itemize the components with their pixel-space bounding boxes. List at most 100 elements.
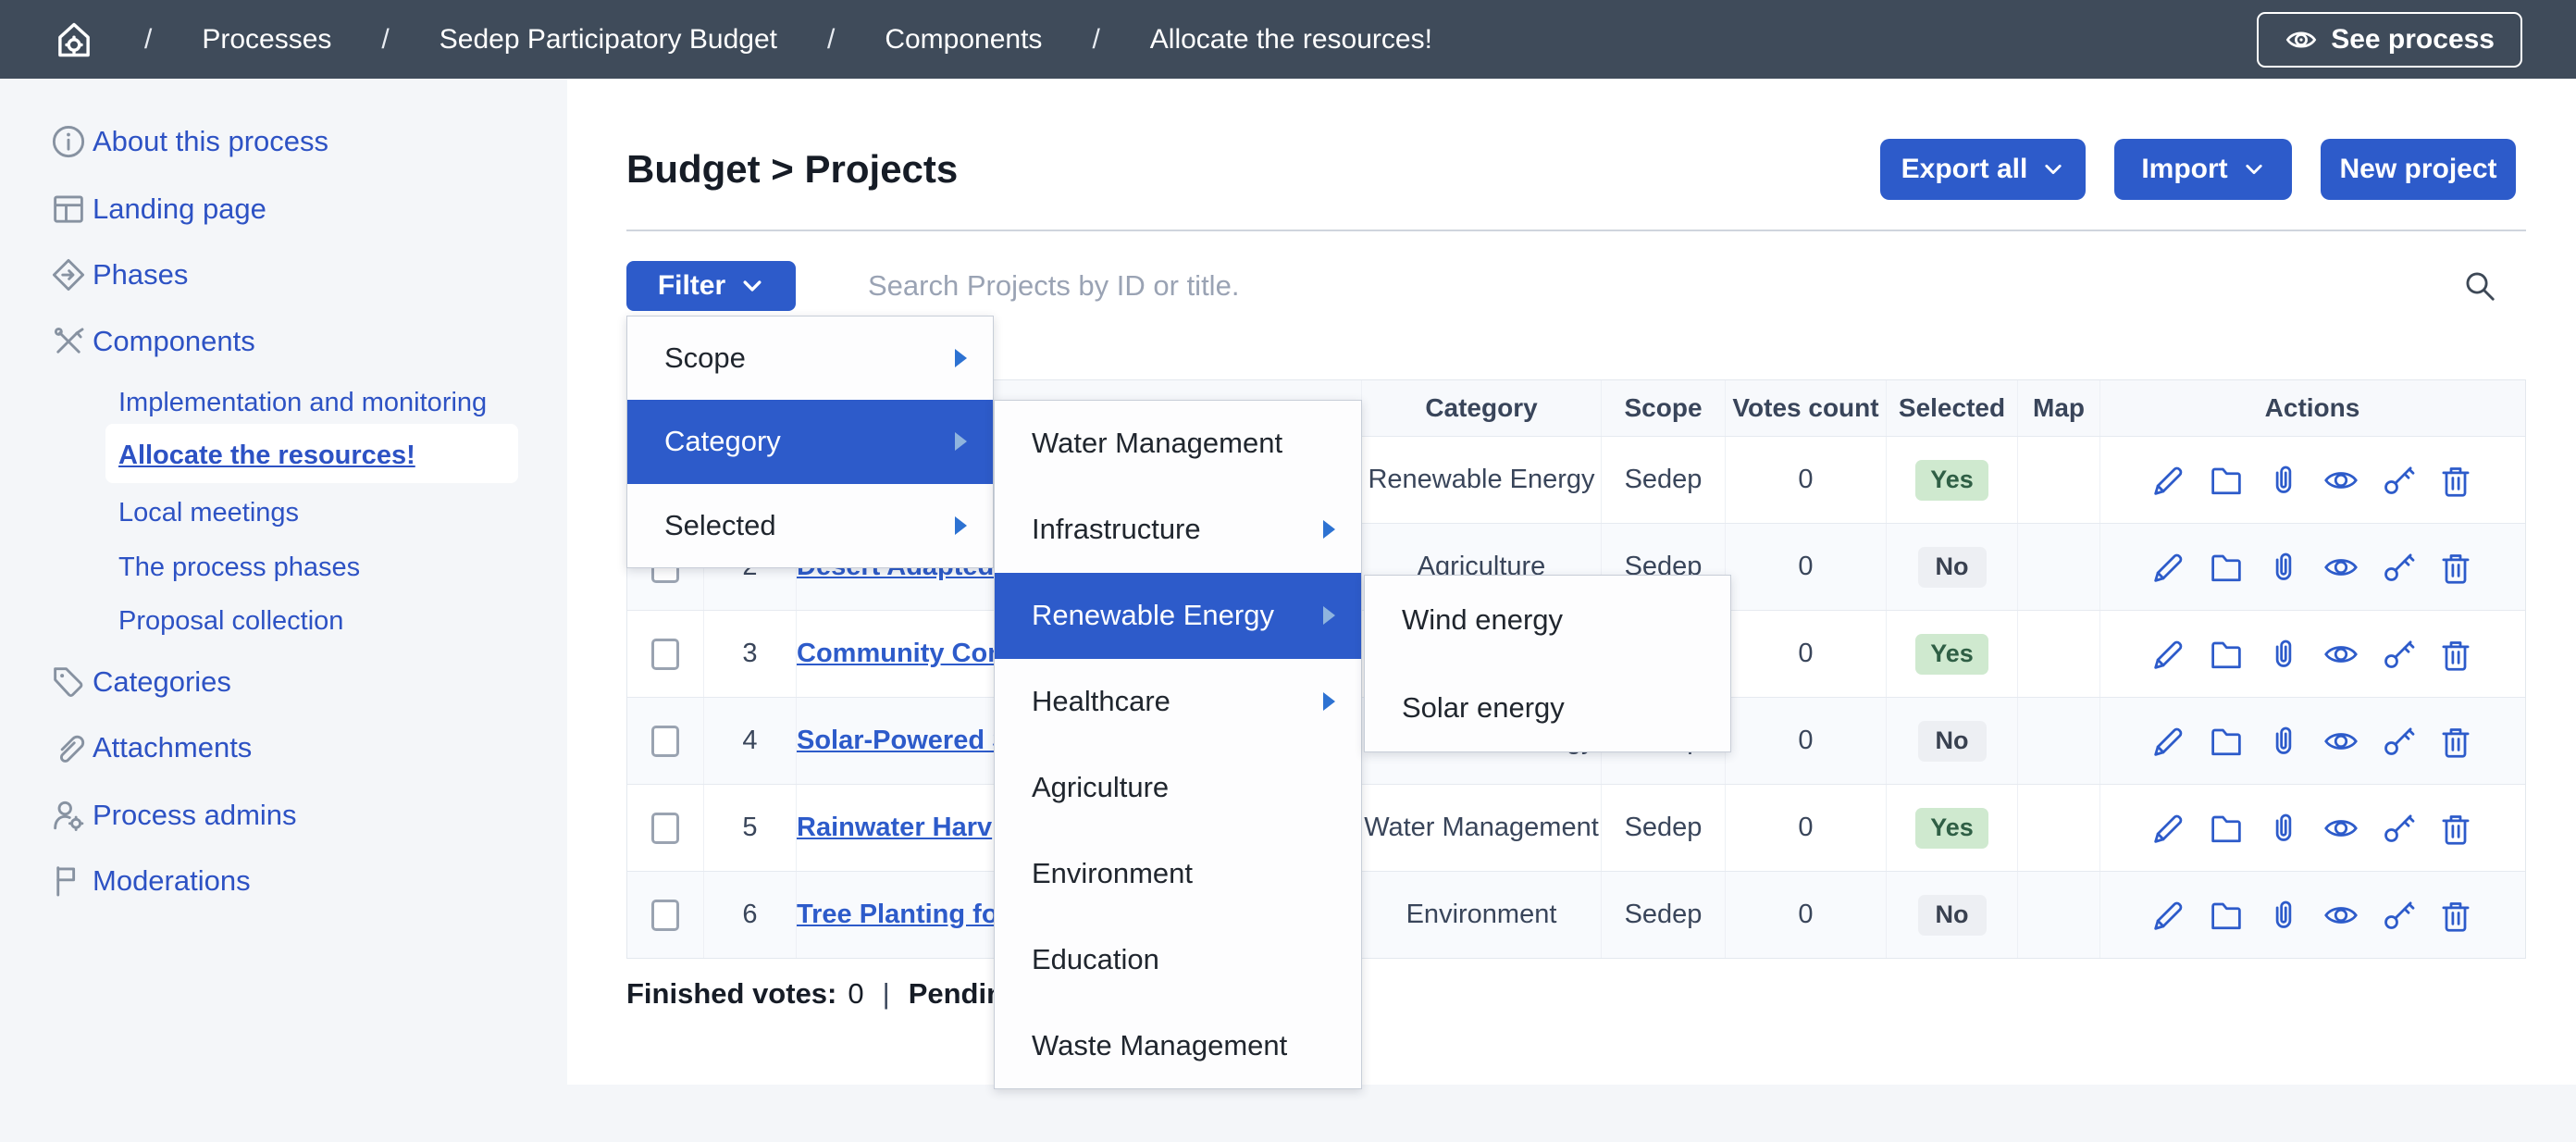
- sidebar-item-attachments[interactable]: Attachments: [0, 722, 567, 774]
- menu-item-label: Waste Management: [1032, 1029, 1287, 1062]
- permissions-key-icon[interactable]: [2380, 549, 2417, 586]
- renewable-energy-submenu: Wind energy Solar energy: [1364, 575, 1731, 752]
- sidebar-item-categories[interactable]: Categories: [0, 656, 567, 708]
- menu-item-waste-management[interactable]: Waste Management: [995, 1002, 1361, 1088]
- delete-trash-icon[interactable]: [2437, 897, 2474, 934]
- category-submenu: Water Management Infrastructure Renewabl…: [994, 400, 1362, 1089]
- attachment-paperclip-icon[interactable]: [2265, 810, 2302, 847]
- permissions-key-icon[interactable]: [2380, 723, 2417, 760]
- folder-icon[interactable]: [2208, 810, 2245, 847]
- breadcrumb-process-name[interactable]: Sedep Participatory Budget: [440, 24, 777, 56]
- breadcrumb-current[interactable]: Allocate the resources!: [1150, 24, 1432, 56]
- edit-pencil-icon[interactable]: [2150, 549, 2187, 586]
- edit-pencil-icon[interactable]: [2150, 636, 2187, 673]
- sidebar-subitem-label: Proposal collection: [118, 606, 343, 637]
- permissions-key-icon[interactable]: [2380, 810, 2417, 847]
- attachment-paperclip-icon[interactable]: [2265, 723, 2302, 760]
- folder-icon[interactable]: [2208, 462, 2245, 499]
- menu-item-healthcare[interactable]: Healthcare: [995, 659, 1361, 745]
- sidebar-item-label: Moderations: [93, 864, 251, 898]
- row-checkbox[interactable]: [651, 900, 679, 931]
- sidebar-item-proposal-collection[interactable]: Proposal collection 10: [0, 595, 567, 647]
- preview-eye-icon[interactable]: [2322, 462, 2359, 499]
- selected-badge: Yes: [1915, 634, 1988, 675]
- menu-item-environment[interactable]: Environment: [995, 830, 1361, 916]
- new-project-button[interactable]: New project: [2321, 139, 2516, 200]
- project-title-link[interactable]: Solar-Powered S: [797, 726, 1009, 756]
- header-map: Map: [2018, 380, 2100, 436]
- edit-pencil-icon[interactable]: [2150, 810, 2187, 847]
- menu-item-renewable-energy[interactable]: Renewable Energy: [995, 573, 1361, 659]
- menu-item-wind-energy[interactable]: Wind energy: [1365, 576, 1730, 664]
- project-votes: 0: [1726, 524, 1887, 610]
- row-checkbox[interactable]: [651, 639, 679, 670]
- layout-icon: [50, 191, 87, 228]
- project-title-link[interactable]: Community Con: [797, 639, 1004, 669]
- sidebar-item-process-admins[interactable]: Process admins: [0, 789, 567, 841]
- row-checkbox[interactable]: [651, 726, 679, 757]
- sidebar-item-moderations[interactable]: Moderations: [0, 855, 567, 907]
- sidebar-item-the-process-phases[interactable]: The process phases: [0, 541, 567, 593]
- export-all-label: Export all: [1901, 154, 2028, 185]
- project-title-link[interactable]: Rainwater Harv: [797, 813, 992, 843]
- preview-eye-icon[interactable]: [2322, 636, 2359, 673]
- search-input[interactable]: [868, 261, 2441, 311]
- preview-eye-icon[interactable]: [2322, 549, 2359, 586]
- delete-trash-icon[interactable]: [2437, 462, 2474, 499]
- menu-item-selected[interactable]: Selected: [627, 484, 993, 567]
- menu-item-scope[interactable]: Scope: [627, 317, 993, 400]
- permissions-key-icon[interactable]: [2380, 897, 2417, 934]
- folder-icon[interactable]: [2208, 897, 2245, 934]
- attachment-paperclip-icon[interactable]: [2265, 897, 2302, 934]
- project-title-link[interactable]: Tree Planting fo: [797, 900, 998, 930]
- preview-eye-icon[interactable]: [2322, 897, 2359, 934]
- breadcrumb-components[interactable]: Components: [885, 24, 1042, 56]
- preview-eye-icon[interactable]: [2322, 810, 2359, 847]
- chevron-down-icon: [740, 274, 764, 298]
- sidebar-item-components[interactable]: Components: [0, 316, 567, 367]
- menu-item-solar-energy[interactable]: Solar energy: [1365, 664, 1730, 751]
- attachment-paperclip-icon[interactable]: [2265, 549, 2302, 586]
- see-process-button[interactable]: See process: [2257, 12, 2522, 68]
- menu-item-category[interactable]: Category: [627, 400, 993, 483]
- delete-trash-icon[interactable]: [2437, 810, 2474, 847]
- folder-icon[interactable]: [2208, 549, 2245, 586]
- header-votes-count: Votes count: [1726, 380, 1887, 436]
- breadcrumb-processes[interactable]: Processes: [202, 24, 331, 56]
- permissions-key-icon[interactable]: [2380, 462, 2417, 499]
- flag-icon: [50, 863, 87, 900]
- menu-item-water-management[interactable]: Water Management: [995, 401, 1361, 487]
- export-all-button[interactable]: Export all: [1880, 139, 2086, 200]
- delete-trash-icon[interactable]: [2437, 723, 2474, 760]
- sidebar-item-allocate-the-resources[interactable]: Allocate the resources! 1: [0, 429, 567, 481]
- row-checkbox[interactable]: [651, 813, 679, 844]
- preview-eye-icon[interactable]: [2322, 723, 2359, 760]
- sidebar-item-phases[interactable]: Phases: [0, 249, 567, 301]
- folder-icon[interactable]: [2208, 723, 2245, 760]
- filter-label: Filter: [658, 270, 725, 302]
- attachment-paperclip-icon[interactable]: [2265, 636, 2302, 673]
- edit-pencil-icon[interactable]: [2150, 723, 2187, 760]
- sidebar-item-about[interactable]: About this process: [0, 116, 567, 168]
- folder-icon[interactable]: [2208, 636, 2245, 673]
- menu-item-education[interactable]: Education: [995, 916, 1361, 1002]
- menu-item-label: Water Management: [1032, 427, 1282, 460]
- permissions-key-icon[interactable]: [2380, 636, 2417, 673]
- delete-trash-icon[interactable]: [2437, 549, 2474, 586]
- search-icon[interactable]: [2462, 268, 2497, 304]
- home-icon[interactable]: [54, 19, 94, 60]
- edit-pencil-icon[interactable]: [2150, 462, 2187, 499]
- attachment-paperclip-icon[interactable]: [2265, 462, 2302, 499]
- import-button[interactable]: Import: [2114, 139, 2292, 200]
- table-row: 6 Tree Planting fo Environment Sedep 0 N…: [627, 871, 2525, 958]
- menu-item-label: Scope: [664, 341, 746, 375]
- filter-button[interactable]: Filter: [626, 261, 796, 311]
- sidebar-item-local-meetings[interactable]: Local meetings 2: [0, 487, 567, 539]
- menu-item-agriculture[interactable]: Agriculture: [995, 745, 1361, 831]
- delete-trash-icon[interactable]: [2437, 636, 2474, 673]
- sidebar-item-landing-page[interactable]: Landing page: [0, 183, 567, 235]
- edit-pencil-icon[interactable]: [2150, 897, 2187, 934]
- menu-item-infrastructure[interactable]: Infrastructure: [995, 487, 1361, 573]
- header-actions: Actions: [2100, 380, 2524, 436]
- sidebar-item-implementation-and-monitoring[interactable]: Implementation and monitoring 8: [0, 377, 567, 428]
